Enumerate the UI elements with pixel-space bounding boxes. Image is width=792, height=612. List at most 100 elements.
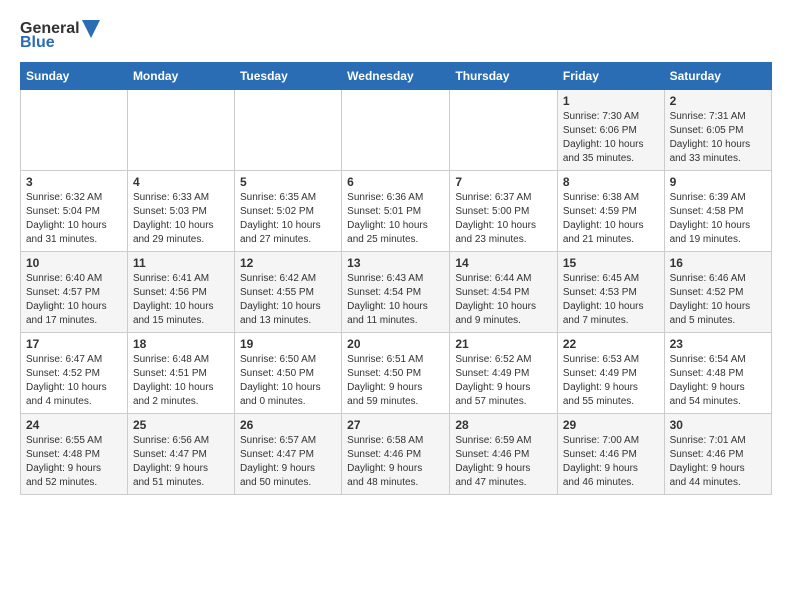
day-number: 8 (563, 175, 659, 189)
weekday-header: Saturday (664, 63, 771, 90)
day-number: 30 (670, 418, 766, 432)
calendar-day-cell: 10 Sunrise: 6:40 AM Sunset: 4:57 PM Dayli… (21, 252, 128, 333)
calendar-day-cell: 18 Sunrise: 6:48 AM Sunset: 4:51 PM Dayli… (127, 333, 234, 414)
calendar-week-row: 1 Sunrise: 7:30 AM Sunset: 6:06 PM Daylig… (21, 90, 772, 171)
day-info: Sunrise: 6:59 AM Sunset: 4:46 PM Dayligh… (455, 434, 552, 490)
calendar-day-cell: 29 Sunrise: 7:00 AM Sunset: 4:46 PM Dayli… (557, 414, 664, 495)
day-number: 22 (563, 337, 659, 351)
day-info: Sunrise: 6:42 AM Sunset: 4:55 PM Dayligh… (240, 272, 336, 328)
day-info: Sunrise: 6:36 AM Sunset: 5:01 PM Dayligh… (347, 191, 444, 247)
calendar-week-row: 3 Sunrise: 6:32 AM Sunset: 5:04 PM Daylig… (21, 171, 772, 252)
calendar-day-cell: 8 Sunrise: 6:38 AM Sunset: 4:59 PM Daylig… (557, 171, 664, 252)
calendar-day-cell: 12 Sunrise: 6:42 AM Sunset: 4:55 PM Dayli… (234, 252, 341, 333)
day-number: 23 (670, 337, 766, 351)
logo-blue: Blue (20, 34, 55, 52)
day-info: Sunrise: 7:01 AM Sunset: 4:46 PM Dayligh… (670, 434, 766, 490)
calendar-day-cell: 11 Sunrise: 6:41 AM Sunset: 4:56 PM Dayli… (127, 252, 234, 333)
day-number: 18 (133, 337, 229, 351)
calendar-day-cell (127, 90, 234, 171)
day-info: Sunrise: 6:48 AM Sunset: 4:51 PM Dayligh… (133, 353, 229, 409)
day-info: Sunrise: 6:46 AM Sunset: 4:52 PM Dayligh… (670, 272, 766, 328)
day-number: 16 (670, 256, 766, 270)
calendar-table: SundayMondayTuesdayWednesdayThursdayFrid… (20, 62, 772, 495)
day-info: Sunrise: 6:32 AM Sunset: 5:04 PM Dayligh… (26, 191, 122, 247)
day-info: Sunrise: 6:53 AM Sunset: 4:49 PM Dayligh… (563, 353, 659, 409)
day-number: 10 (26, 256, 122, 270)
calendar-header-row: SundayMondayTuesdayWednesdayThursdayFrid… (21, 63, 772, 90)
day-number: 20 (347, 337, 444, 351)
day-info: Sunrise: 6:47 AM Sunset: 4:52 PM Dayligh… (26, 353, 122, 409)
day-number: 29 (563, 418, 659, 432)
calendar-week-row: 17 Sunrise: 6:47 AM Sunset: 4:52 PM Dayli… (21, 333, 772, 414)
header: General Blue (20, 20, 772, 52)
day-number: 28 (455, 418, 552, 432)
calendar-day-cell: 20 Sunrise: 6:51 AM Sunset: 4:50 PM Dayli… (342, 333, 450, 414)
weekday-header: Friday (557, 63, 664, 90)
day-info: Sunrise: 6:39 AM Sunset: 4:58 PM Dayligh… (670, 191, 766, 247)
calendar-day-cell: 16 Sunrise: 6:46 AM Sunset: 4:52 PM Dayli… (664, 252, 771, 333)
day-number: 2 (670, 94, 766, 108)
day-info: Sunrise: 7:30 AM Sunset: 6:06 PM Dayligh… (563, 110, 659, 166)
day-info: Sunrise: 6:41 AM Sunset: 4:56 PM Dayligh… (133, 272, 229, 328)
day-info: Sunrise: 6:40 AM Sunset: 4:57 PM Dayligh… (26, 272, 122, 328)
calendar-day-cell: 6 Sunrise: 6:36 AM Sunset: 5:01 PM Daylig… (342, 171, 450, 252)
calendar-day-cell: 15 Sunrise: 6:45 AM Sunset: 4:53 PM Dayli… (557, 252, 664, 333)
calendar-day-cell (234, 90, 341, 171)
day-number: 15 (563, 256, 659, 270)
day-info: Sunrise: 6:45 AM Sunset: 4:53 PM Dayligh… (563, 272, 659, 328)
day-number: 26 (240, 418, 336, 432)
day-info: Sunrise: 6:56 AM Sunset: 4:47 PM Dayligh… (133, 434, 229, 490)
day-number: 19 (240, 337, 336, 351)
calendar-day-cell: 17 Sunrise: 6:47 AM Sunset: 4:52 PM Dayli… (21, 333, 128, 414)
day-number: 5 (240, 175, 336, 189)
day-number: 21 (455, 337, 552, 351)
day-info: Sunrise: 6:38 AM Sunset: 4:59 PM Dayligh… (563, 191, 659, 247)
calendar-day-cell: 2 Sunrise: 7:31 AM Sunset: 6:05 PM Daylig… (664, 90, 771, 171)
day-info: Sunrise: 7:00 AM Sunset: 4:46 PM Dayligh… (563, 434, 659, 490)
calendar-day-cell: 21 Sunrise: 6:52 AM Sunset: 4:49 PM Dayli… (450, 333, 558, 414)
calendar-day-cell: 7 Sunrise: 6:37 AM Sunset: 5:00 PM Daylig… (450, 171, 558, 252)
day-info: Sunrise: 6:51 AM Sunset: 4:50 PM Dayligh… (347, 353, 444, 409)
day-number: 13 (347, 256, 444, 270)
calendar-day-cell: 14 Sunrise: 6:44 AM Sunset: 4:54 PM Dayli… (450, 252, 558, 333)
day-number: 12 (240, 256, 336, 270)
day-number: 17 (26, 337, 122, 351)
calendar-week-row: 10 Sunrise: 6:40 AM Sunset: 4:57 PM Dayli… (21, 252, 772, 333)
day-info: Sunrise: 6:33 AM Sunset: 5:03 PM Dayligh… (133, 191, 229, 247)
weekday-header: Thursday (450, 63, 558, 90)
day-info: Sunrise: 7:31 AM Sunset: 6:05 PM Dayligh… (670, 110, 766, 166)
day-number: 24 (26, 418, 122, 432)
day-info: Sunrise: 6:37 AM Sunset: 5:00 PM Dayligh… (455, 191, 552, 247)
day-number: 1 (563, 94, 659, 108)
day-number: 6 (347, 175, 444, 189)
day-info: Sunrise: 6:44 AM Sunset: 4:54 PM Dayligh… (455, 272, 552, 328)
day-number: 11 (133, 256, 229, 270)
weekday-header: Sunday (21, 63, 128, 90)
calendar-week-row: 24 Sunrise: 6:55 AM Sunset: 4:48 PM Dayli… (21, 414, 772, 495)
day-info: Sunrise: 6:55 AM Sunset: 4:48 PM Dayligh… (26, 434, 122, 490)
calendar-day-cell: 4Sunrise: 6:33 AM Sunset: 5:03 PM Daylig… (127, 171, 234, 252)
calendar-day-cell: 5Sunrise: 6:35 AM Sunset: 5:02 PM Daylig… (234, 171, 341, 252)
calendar-day-cell: 26 Sunrise: 6:57 AM Sunset: 4:47 PM Dayli… (234, 414, 341, 495)
calendar-day-cell (21, 90, 128, 171)
day-info: Sunrise: 6:58 AM Sunset: 4:46 PM Dayligh… (347, 434, 444, 490)
day-number: 27 (347, 418, 444, 432)
day-info: Sunrise: 6:54 AM Sunset: 4:48 PM Dayligh… (670, 353, 766, 409)
day-number: 7 (455, 175, 552, 189)
calendar-day-cell: 24 Sunrise: 6:55 AM Sunset: 4:48 PM Dayli… (21, 414, 128, 495)
calendar-day-cell: 30 Sunrise: 7:01 AM Sunset: 4:46 PM Dayli… (664, 414, 771, 495)
calendar-day-cell (342, 90, 450, 171)
calendar-day-cell: 22 Sunrise: 6:53 AM Sunset: 4:49 PM Dayli… (557, 333, 664, 414)
calendar-day-cell: 28 Sunrise: 6:59 AM Sunset: 4:46 PM Dayli… (450, 414, 558, 495)
weekday-header: Wednesday (342, 63, 450, 90)
calendar-day-cell: 3 Sunrise: 6:32 AM Sunset: 5:04 PM Daylig… (21, 171, 128, 252)
day-number: 14 (455, 256, 552, 270)
day-info: Sunrise: 6:52 AM Sunset: 4:49 PM Dayligh… (455, 353, 552, 409)
calendar-day-cell: 27 Sunrise: 6:58 AM Sunset: 4:46 PM Dayli… (342, 414, 450, 495)
calendar-day-cell (450, 90, 558, 171)
day-number: 3 (26, 175, 122, 189)
day-number: 9 (670, 175, 766, 189)
day-info: Sunrise: 6:50 AM Sunset: 4:50 PM Dayligh… (240, 353, 336, 409)
calendar-day-cell: 9 Sunrise: 6:39 AM Sunset: 4:58 PM Daylig… (664, 171, 771, 252)
day-info: Sunrise: 6:57 AM Sunset: 4:47 PM Dayligh… (240, 434, 336, 490)
